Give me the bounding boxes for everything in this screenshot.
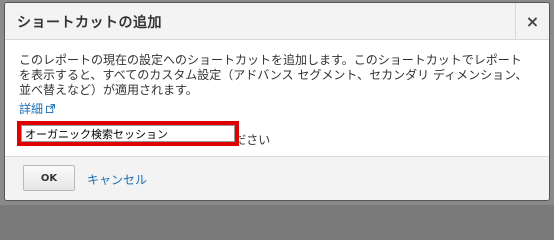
shortcut-name-input[interactable]: [21, 125, 235, 142]
add-shortcut-dialog: ショートカットの追加 × このレポートの現在の設定へのショートカットを追加します…: [4, 2, 550, 201]
dialog-footer: OK キャンセル: [5, 156, 549, 200]
details-link[interactable]: 詳細: [19, 100, 56, 117]
dialog-title: ショートカットの追加: [17, 15, 162, 31]
description-text: このレポートの現在の設定へのショートカットを追加します。このショートカットでレポ…: [19, 53, 528, 97]
dialog-description: このレポートの現在の設定へのショートカットを追加します。このショートカットでレポ…: [19, 53, 529, 98]
dialog-header: ショートカットの追加 ×: [5, 3, 549, 40]
cancel-link[interactable]: キャンセル: [87, 171, 147, 188]
close-icon: ×: [525, 12, 540, 31]
close-button[interactable]: ×: [515, 3, 549, 40]
ok-button[interactable]: OK: [23, 165, 75, 191]
external-link-icon: [46, 104, 56, 113]
details-link-label: 詳細: [19, 102, 44, 116]
